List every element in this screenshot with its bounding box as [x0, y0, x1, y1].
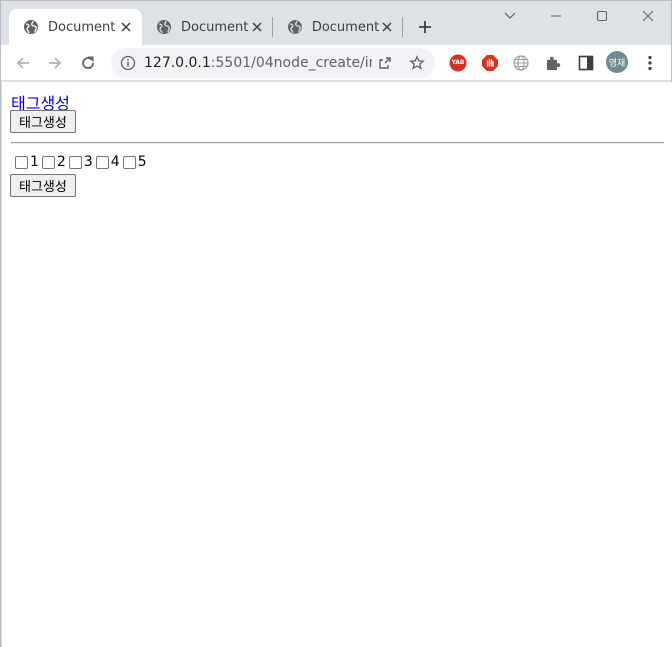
checkbox-5[interactable]	[122, 155, 136, 169]
checkbox-label: 1	[30, 154, 39, 170]
chevron-down-icon	[504, 12, 516, 19]
checkbox-list: 1 2 3 4 5	[14, 154, 149, 170]
arrow-right-icon	[49, 57, 62, 69]
globe-icon	[24, 20, 38, 34]
tab-document-3[interactable]: Document	[273, 9, 403, 45]
browser-toolbar: 127.0.0.1:5501/04node_create/ind... YAB	[1, 45, 671, 81]
close-icon	[643, 11, 653, 21]
arrow-left-icon	[16, 57, 29, 69]
tab-document-2[interactable]: Document	[142, 9, 273, 45]
back-button[interactable]	[9, 49, 37, 77]
page-content: 태그생성 태그생성 1 2 3 4 5 태그생성	[2, 82, 672, 647]
checkbox-label: 3	[83, 154, 93, 170]
adblock-extension-icon[interactable]	[481, 54, 499, 72]
new-tab-button[interactable]	[413, 15, 437, 39]
tab-search-button[interactable]	[487, 1, 533, 31]
checkbox-1[interactable]	[15, 155, 28, 169]
reload-button[interactable]	[74, 49, 102, 77]
close-icon[interactable]	[379, 19, 395, 35]
star-icon[interactable]	[409, 55, 425, 71]
info-icon[interactable]	[120, 55, 136, 71]
url-text: 127.0.0.1:5501/04node_create/ind...	[144, 55, 372, 71]
checkbox-label: 4	[110, 154, 120, 170]
puzzle-icon[interactable]	[544, 54, 562, 72]
tab-separator	[402, 17, 403, 37]
horizontal-rule	[11, 142, 664, 144]
globe-icon	[157, 20, 171, 34]
more-menu-icon[interactable]	[641, 54, 659, 72]
minimize-icon	[551, 15, 561, 17]
checkbox-4[interactable]	[95, 155, 109, 169]
minimize-button[interactable]	[533, 1, 579, 31]
close-icon[interactable]	[118, 19, 134, 35]
close-icon[interactable]	[249, 19, 265, 35]
globe-icon	[287, 20, 302, 34]
forward-button[interactable]	[41, 49, 69, 77]
tab-document-1[interactable]: Document	[9, 9, 142, 45]
maximize-icon	[597, 11, 607, 21]
profile-avatar[interactable]: 영재	[606, 51, 628, 73]
yab-label: YAB	[451, 59, 465, 66]
share-icon[interactable]	[377, 55, 393, 71]
close-window-button[interactable]	[625, 1, 671, 31]
browser-window: Document Document Document 127.0.0.1:550…	[0, 0, 672, 647]
checkbox-3[interactable]	[68, 155, 82, 169]
create-tag-button[interactable]: 태그생성	[10, 110, 76, 133]
side-panel-icon[interactable]	[577, 54, 595, 72]
tab-title: Document	[48, 19, 116, 35]
checkbox-2[interactable]	[41, 155, 55, 169]
tab-strip: Document Document Document	[1, 1, 671, 45]
plus-icon	[419, 21, 431, 33]
translate-globe-icon[interactable]	[512, 54, 530, 72]
maximize-button[interactable]	[579, 1, 625, 31]
checkbox-label: 2	[56, 154, 66, 170]
reload-icon	[82, 56, 94, 69]
yab-extension-icon[interactable]: YAB	[449, 54, 467, 72]
create-tag-button-2[interactable]: 태그생성	[10, 174, 76, 197]
address-bar[interactable]: 127.0.0.1:5501/04node_create/ind...	[111, 48, 435, 78]
tab-title: Document	[181, 19, 249, 35]
checkbox-label: 5	[137, 154, 147, 170]
tab-title: Document	[311, 19, 380, 35]
